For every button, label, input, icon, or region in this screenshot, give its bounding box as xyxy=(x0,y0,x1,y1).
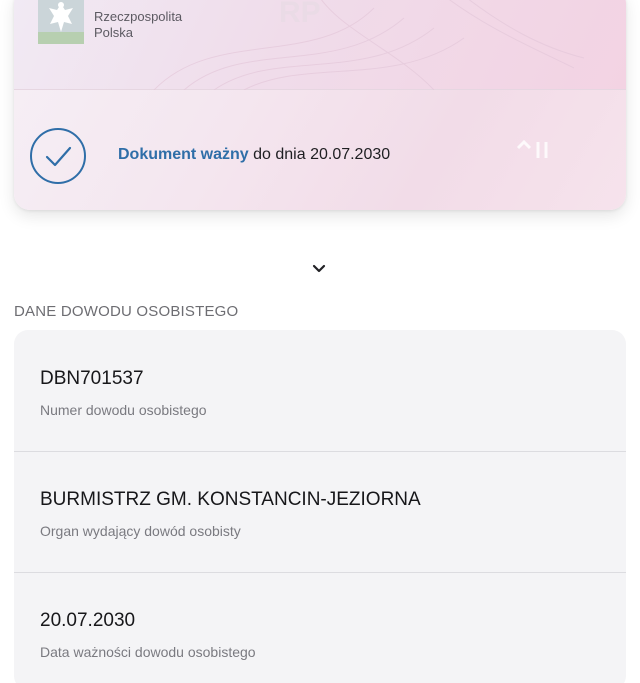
check-circle-icon xyxy=(30,128,86,184)
id-details-list: DBN701537 Numer dowodu osobistego BURMIS… xyxy=(14,330,626,683)
card-watermark: RP xyxy=(279,0,321,29)
detail-value: 20.07.2030 xyxy=(40,610,136,631)
detail-row-issuing-authority[interactable]: BURMISTRZ GM. KONSTANCIN-JEZIORNA Organ … xyxy=(14,451,626,571)
detail-row-document-number[interactable]: DBN701537 Numer dowodu osobistego xyxy=(14,330,626,450)
detail-value: DBN701537 xyxy=(40,368,144,389)
detail-label: Numer dowodu osobistego xyxy=(40,402,207,418)
id-card[interactable]: RP Rzeczpospolita Polska xyxy=(14,0,626,210)
chevron-down-icon[interactable] xyxy=(308,260,330,278)
detail-row-expiry-date[interactable]: 20.07.2030 Data ważności dowodu osobiste… xyxy=(14,572,626,683)
document-status: Dokument ważny do dnia 20.07.2030 xyxy=(118,146,390,164)
detail-label: Data ważności dowodu osobistego xyxy=(40,644,256,660)
polish-eagle-emblem-icon xyxy=(38,0,84,44)
country-name-line2: Polska xyxy=(94,25,134,40)
document-status-date: do dnia 20.07.2030 xyxy=(248,146,391,163)
section-title: DANE DOWODU OSOBISTEGO xyxy=(14,303,239,320)
detail-label: Organ wydający dowód osobisty xyxy=(40,523,241,539)
detail-value: BURMISTRZ GM. KONSTANCIN-JEZIORNA xyxy=(40,489,421,510)
card-header: RP Rzeczpospolita Polska xyxy=(14,0,626,90)
country-name-line1: Rzeczpospolita xyxy=(94,9,183,24)
document-status-valid: Dokument ważny xyxy=(118,146,249,163)
card-hologram-mark xyxy=(516,139,548,158)
